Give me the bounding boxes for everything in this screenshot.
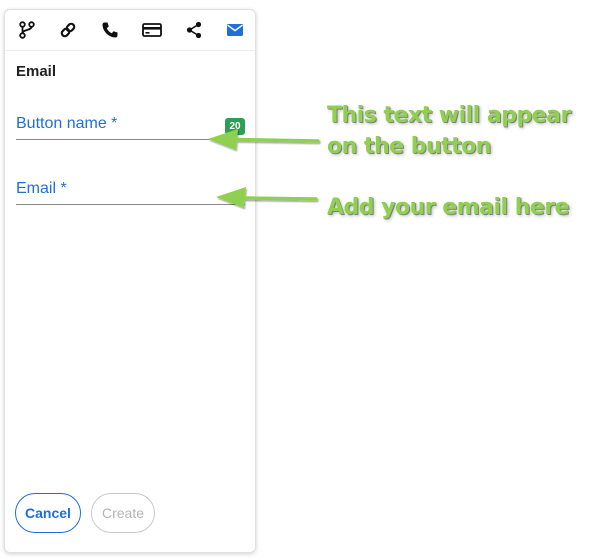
cancel-button[interactable]: Cancel <box>15 493 81 533</box>
button-name-label: Button name * <box>16 115 118 132</box>
button-name-input[interactable]: Button name * 20 <box>16 113 245 140</box>
button-editor-card: Email Button name * 20 Email * Cancel Cr… <box>4 9 256 553</box>
email-input[interactable]: Email * <box>16 178 245 205</box>
link-icon[interactable] <box>56 18 80 42</box>
email-icon[interactable] <box>223 18 247 42</box>
branch-icon[interactable] <box>15 18 39 42</box>
screenshot: Email Button name * 20 Email * Cancel Cr… <box>0 0 606 560</box>
share-icon[interactable] <box>182 18 206 42</box>
form-title: Email <box>16 63 57 80</box>
button-name-annotation: This text will appear on the button <box>327 100 571 162</box>
email-annotation: Add your email here <box>327 195 570 220</box>
email-label: Email * <box>16 180 67 197</box>
create-button[interactable]: Create <box>91 493 155 533</box>
annotation-line: This text will appear <box>327 103 571 128</box>
phone-icon[interactable] <box>98 18 122 42</box>
annotation-line: on the button <box>327 134 491 159</box>
credit-card-icon[interactable] <box>140 18 164 42</box>
character-counter-badge: 20 <box>225 118 245 135</box>
button-type-toolbar <box>5 10 255 51</box>
